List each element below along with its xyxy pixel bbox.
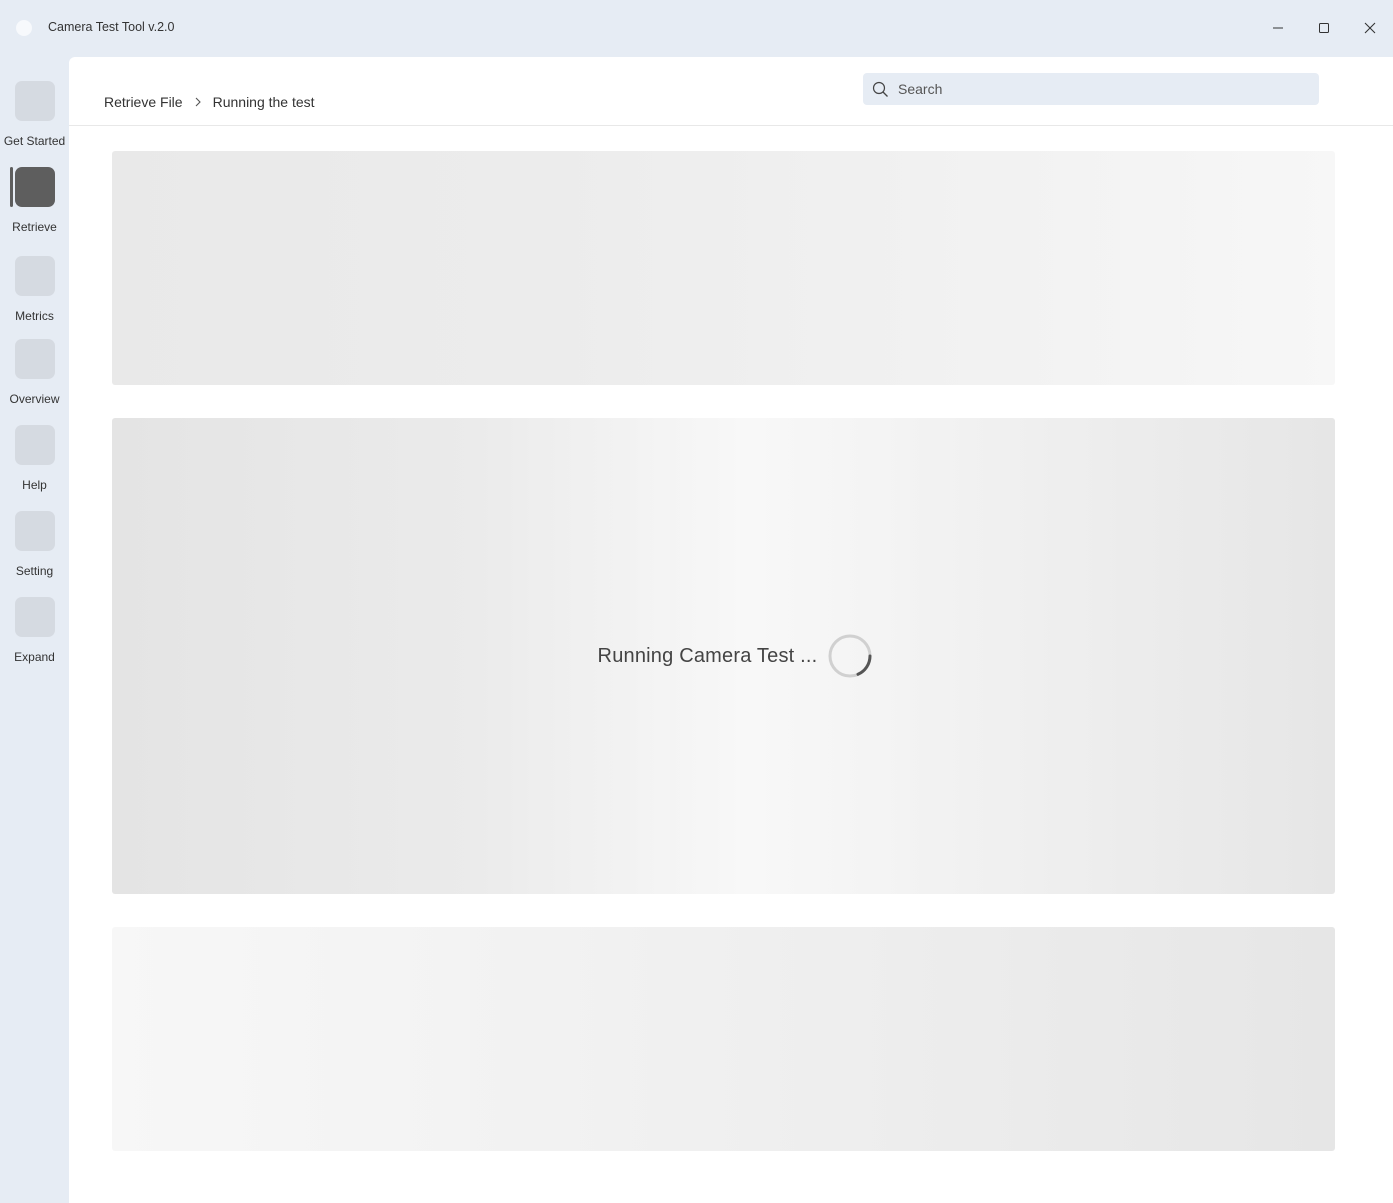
sidebar-item-retrieve[interactable]: Retrieve <box>0 167 69 234</box>
app-icon <box>16 20 32 36</box>
setting-icon <box>14 511 55 551</box>
search-input[interactable] <box>896 80 1300 98</box>
retrieve-icon <box>14 167 55 207</box>
overview-icon <box>14 339 55 379</box>
sidebar-item-label: Get Started <box>3 134 66 148</box>
sidebar-item-help[interactable]: Help <box>0 425 69 492</box>
expand-icon <box>14 597 55 637</box>
maximize-icon <box>1319 23 1329 33</box>
sidebar-item-label: Metrics <box>15 309 54 323</box>
spinner-icon <box>827 633 873 679</box>
get-started-icon <box>14 81 55 121</box>
loading-indicator: Running Camera Test ... <box>112 418 1335 894</box>
sidebar-item-label: Expand <box>14 650 55 664</box>
close-button[interactable] <box>1356 14 1384 42</box>
help-icon <box>14 425 55 465</box>
placeholder-card-bottom <box>112 927 1335 1151</box>
sidebar-item-label: Setting <box>15 564 54 578</box>
sidebar-item-setting[interactable]: Setting <box>0 511 69 578</box>
sidebar-item-metrics[interactable]: Metrics <box>0 256 69 323</box>
main-content: Retrieve File Running the test Running C… <box>69 57 1393 1203</box>
maximize-button[interactable] <box>1310 14 1338 42</box>
sidebar-item-label: Retrieve <box>12 220 57 234</box>
close-icon <box>1364 22 1376 34</box>
sidebar-item-overview[interactable]: Overview <box>0 339 69 406</box>
app-title: Camera Test Tool v.2.0 <box>48 20 175 34</box>
sidebar-item-get-started[interactable]: Get Started <box>0 81 69 148</box>
page-header: Retrieve File Running the test <box>69 57 1393 126</box>
sidebar-item-label: Help <box>22 478 47 492</box>
breadcrumb-item-running-the-test: Running the test <box>212 94 315 110</box>
title-bar: Camera Test Tool v.2.0 <box>0 0 1393 57</box>
sidebar-item-expand[interactable]: Expand <box>0 597 69 664</box>
loading-text: Running Camera Test ... <box>597 644 818 667</box>
search-box[interactable] <box>863 73 1319 105</box>
sidebar: Get Started Retrieve Metrics Overview He… <box>0 57 69 1203</box>
metrics-icon <box>14 256 55 296</box>
sidebar-item-label: Overview <box>9 392 60 406</box>
minimize-icon <box>1273 27 1283 29</box>
breadcrumb-item-retrieve-file[interactable]: Retrieve File <box>104 94 183 110</box>
search-icon <box>872 81 889 98</box>
minimize-button[interactable] <box>1264 14 1292 42</box>
breadcrumb: Retrieve File Running the test <box>104 94 315 110</box>
test-status-card: Running Camera Test ... <box>112 418 1335 894</box>
placeholder-card-top <box>112 151 1335 385</box>
chevron-right-icon <box>193 97 203 107</box>
